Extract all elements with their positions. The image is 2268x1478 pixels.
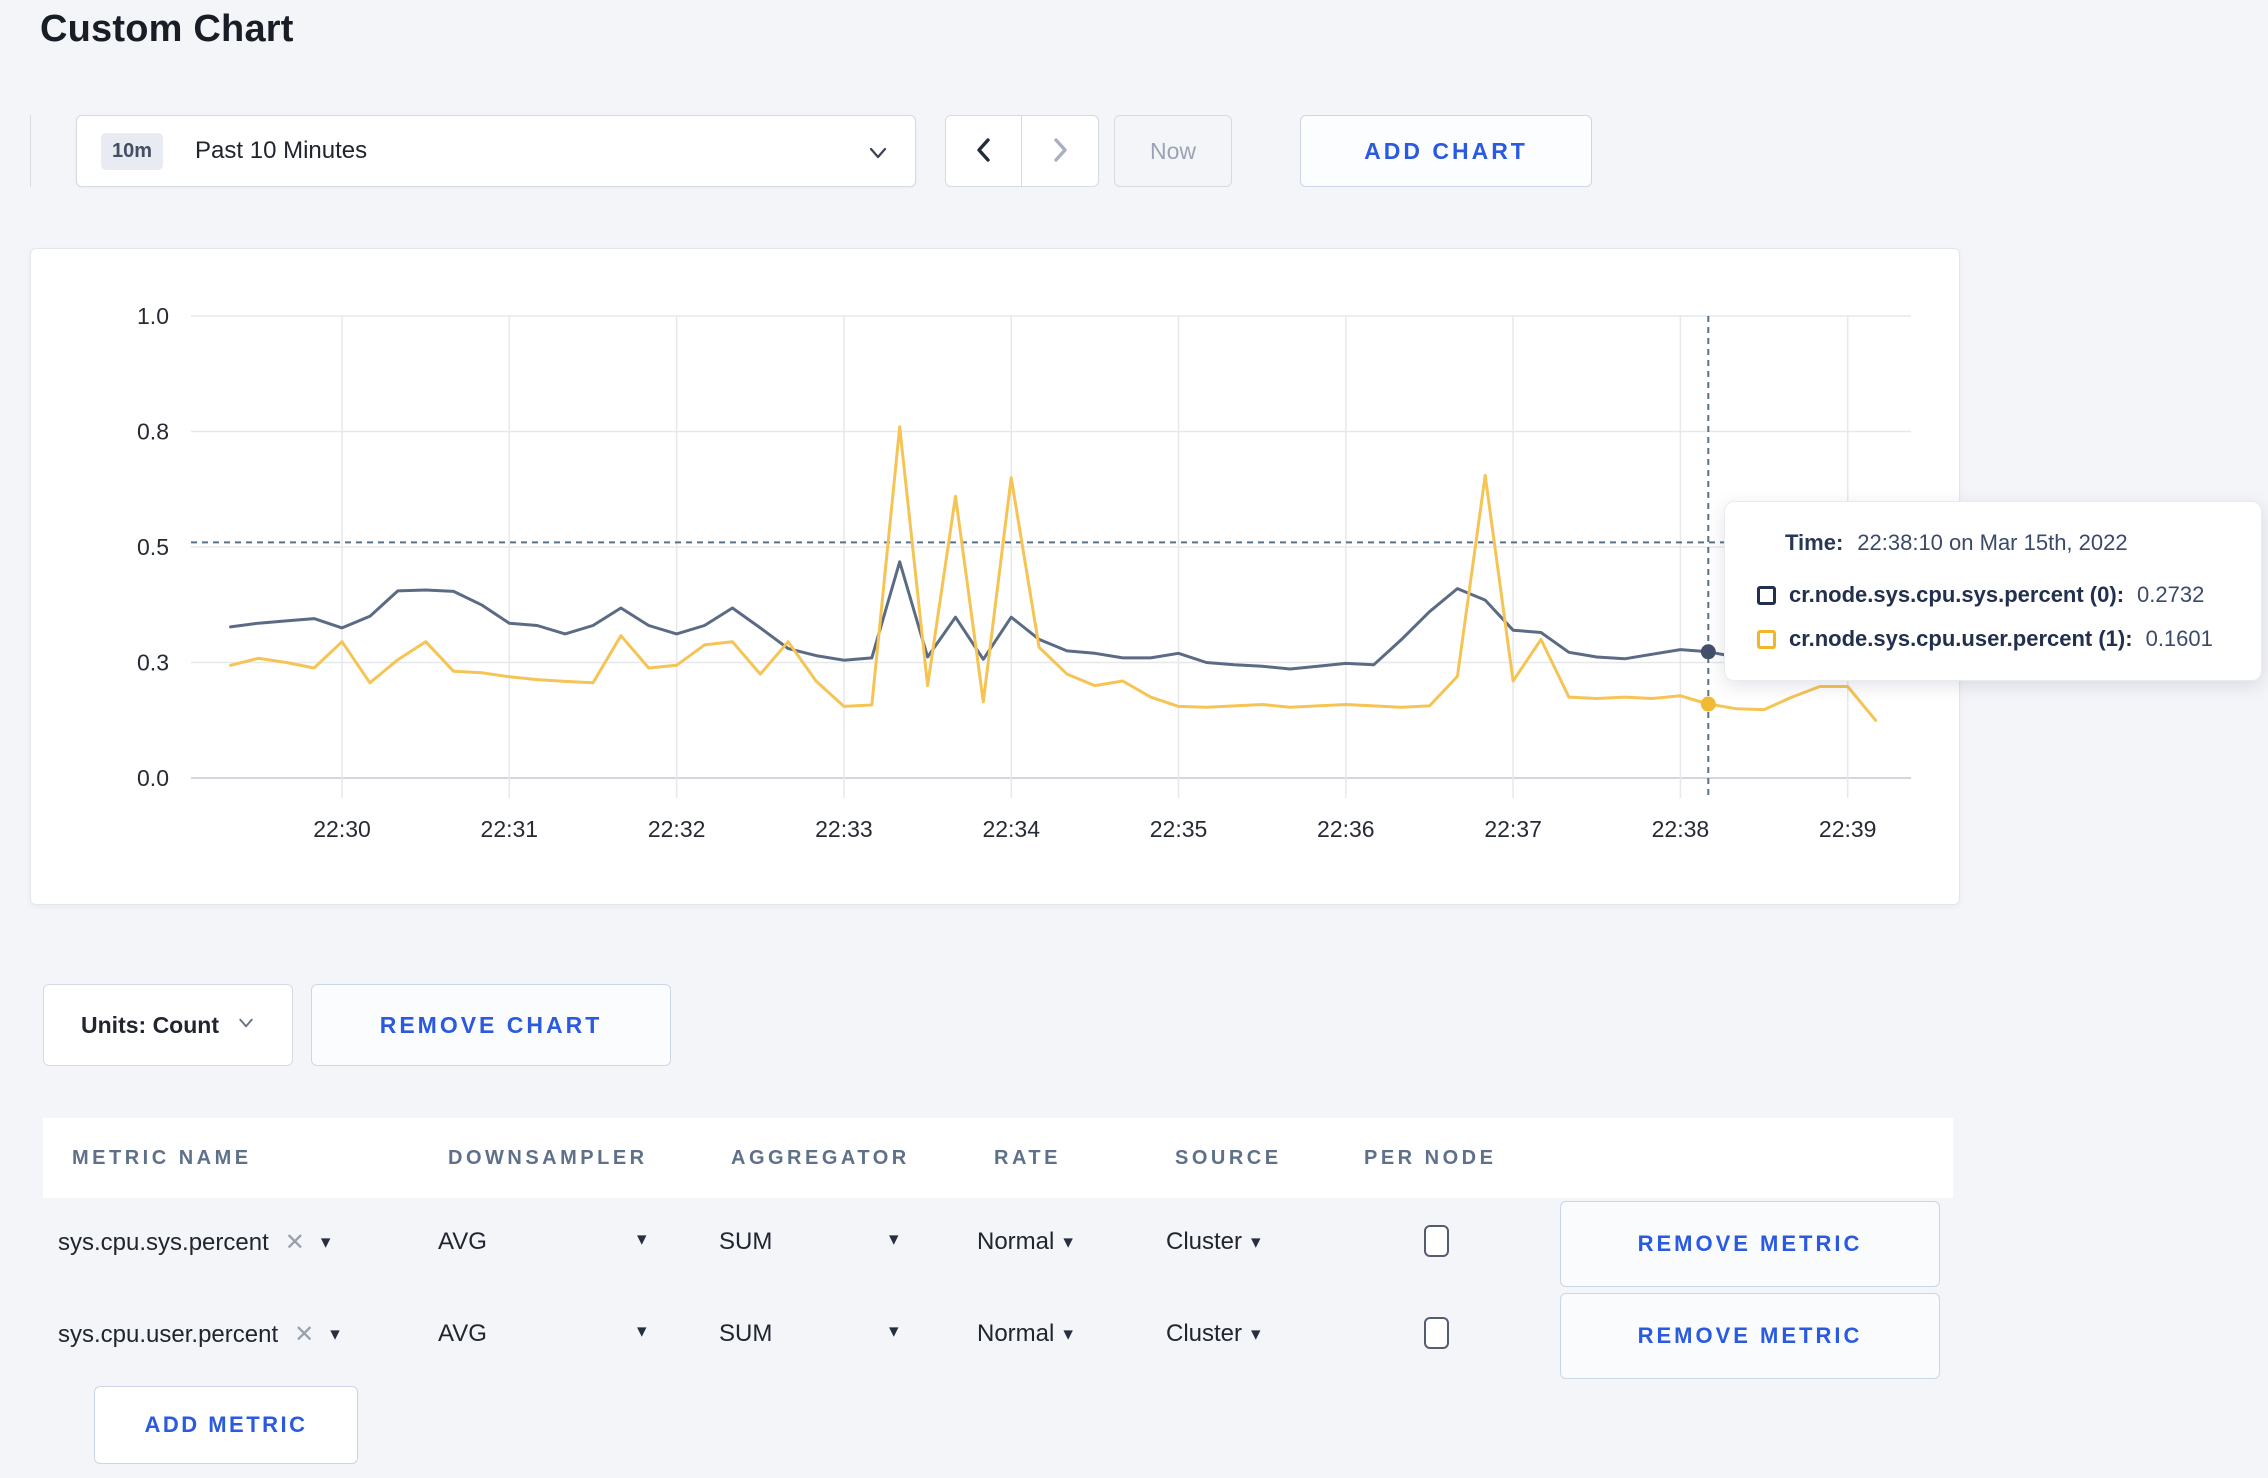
svg-text:22:39: 22:39	[1819, 816, 1877, 842]
add-chart-button[interactable]: ADD CHART	[1300, 115, 1592, 187]
svg-text:22:36: 22:36	[1317, 816, 1375, 842]
svg-text:22:31: 22:31	[481, 816, 539, 842]
chart-tooltip: Time: 22:38:10 on Mar 15th, 2022 cr.node…	[1724, 501, 2262, 681]
next-range-button[interactable]	[1022, 116, 1098, 186]
source-label: Cluster	[1166, 1228, 1243, 1255]
column-header-rate: RATE	[994, 1147, 1061, 1169]
source-label: Cluster	[1166, 1320, 1243, 1347]
time-range-label: Past 10 Minutes	[195, 137, 368, 164]
caret-down-icon: ▾	[320, 1232, 331, 1253]
tooltip-series-row: cr.node.sys.cpu.user.percent (1): 0.1601	[1757, 626, 2213, 652]
units-selector[interactable]: Units: Count	[43, 984, 293, 1066]
units-label: Units: Count	[81, 1011, 219, 1038]
legend-square-sys-icon	[1757, 585, 1776, 605]
time-range-badge: 10m	[101, 132, 164, 170]
svg-text:0.5: 0.5	[137, 534, 169, 560]
now-button[interactable]: Now	[1114, 115, 1232, 187]
svg-text:22:33: 22:33	[815, 816, 873, 842]
svg-text:22:35: 22:35	[1150, 816, 1208, 842]
downsampler-select[interactable]: AVG	[438, 1320, 487, 1348]
svg-text:22:34: 22:34	[982, 816, 1040, 842]
downsampler-select[interactable]: AVG	[438, 1228, 487, 1256]
prev-range-button[interactable]	[946, 116, 1022, 186]
chevron-down-icon	[867, 142, 889, 169]
per-node-checkbox[interactable]	[1424, 1317, 1449, 1349]
page-title: Custom Chart	[40, 8, 294, 50]
column-header-source: SOURCE	[1175, 1147, 1282, 1169]
aggregator-select[interactable]: SUM	[719, 1320, 772, 1348]
aggregator-select[interactable]: SUM	[719, 1228, 772, 1256]
caret-down-icon: ▾	[1063, 1323, 1073, 1345]
caret-down-icon: ▾	[1251, 1231, 1261, 1253]
tooltip-series-name: cr.node.sys.cpu.user.percent (1):	[1789, 626, 2133, 651]
source-select[interactable]: Cluster ▾	[1166, 1228, 1261, 1256]
add-metric-button[interactable]: ADD METRIC	[94, 1386, 358, 1464]
time-nav-group	[945, 115, 1099, 187]
svg-text:1.0: 1.0	[137, 303, 169, 329]
metric-name-label: sys.cpu.user.percent	[58, 1320, 279, 1348]
caret-down-icon[interactable]: ▾	[889, 1230, 899, 1249]
remove-metric-button[interactable]: REMOVE METRIC	[1560, 1201, 1940, 1287]
svg-text:22:30: 22:30	[313, 816, 371, 842]
per-node-checkbox[interactable]	[1424, 1225, 1449, 1257]
chevron-down-icon	[237, 1014, 255, 1037]
caret-down-icon[interactable]: ▾	[637, 1322, 647, 1341]
legend-square-user-icon	[1757, 629, 1776, 649]
metrics-table-header: METRIC NAME DOWNSAMPLER AGGREGATOR RATE …	[43, 1118, 1953, 1198]
remove-metric-button[interactable]: REMOVE METRIC	[1560, 1293, 1940, 1379]
toolbar-divider	[30, 115, 31, 187]
tooltip-series-row: cr.node.sys.cpu.sys.percent (0): 0.2732	[1757, 582, 2204, 608]
chevron-left-icon	[973, 137, 995, 166]
svg-text:0.8: 0.8	[137, 419, 169, 445]
chart-plot[interactable]: 1.0 0.8 0.5 0.3 0.0 22:30 22:31 22:32 22:33 22:34…	[31, 249, 1961, 906]
tooltip-time-value: 22:38:10 on Mar 15th, 2022	[1857, 530, 2128, 555]
svg-text:0.3: 0.3	[137, 650, 169, 676]
table-row: sys.cpu.sys.percent ✕ ▾ AVG ▾ SUM ▾ Norm…	[0, 1201, 2268, 1287]
rate-label: Normal	[977, 1320, 1055, 1347]
column-header-metric-name: METRIC NAME	[72, 1147, 252, 1169]
tooltip-time-label: Time:	[1785, 530, 1844, 555]
caret-down-icon[interactable]: ▾	[637, 1230, 647, 1249]
caret-down-icon[interactable]: ▾	[889, 1322, 899, 1341]
column-header-per-node: PER NODE	[1364, 1147, 1497, 1169]
caret-down-icon: ▾	[1251, 1323, 1261, 1345]
remove-chart-button[interactable]: REMOVE CHART	[311, 984, 671, 1066]
time-range-selector[interactable]: 10m Past 10 Minutes	[76, 115, 916, 187]
close-icon[interactable]: ✕	[294, 1320, 314, 1349]
tooltip-series-value: 0.2732	[2137, 582, 2205, 607]
svg-text:22:37: 22:37	[1484, 816, 1542, 842]
chevron-right-icon	[1049, 137, 1071, 166]
tooltip-series-name: cr.node.sys.cpu.sys.percent (0):	[1789, 582, 2125, 607]
table-row: sys.cpu.user.percent ✕ ▾ AVG ▾ SUM ▾ Nor…	[0, 1293, 2268, 1379]
column-header-downsampler: DOWNSAMPLER	[448, 1147, 648, 1169]
source-select[interactable]: Cluster ▾	[1166, 1320, 1261, 1348]
close-icon[interactable]: ✕	[285, 1228, 305, 1257]
chart-panel: 1.0 0.8 0.5 0.3 0.0 22:30 22:31 22:32 22:33 22:34…	[30, 248, 1960, 905]
rate-label: Normal	[977, 1228, 1055, 1255]
metric-name-label: sys.cpu.sys.percent	[58, 1228, 269, 1256]
column-header-aggregator: AGGREGATOR	[731, 1147, 910, 1169]
metric-name-select[interactable]: sys.cpu.sys.percent ✕ ▾	[58, 1228, 330, 1257]
rate-select[interactable]: Normal ▾	[977, 1320, 1073, 1348]
svg-text:22:32: 22:32	[648, 816, 706, 842]
caret-down-icon: ▾	[1063, 1231, 1073, 1253]
svg-text:0.0: 0.0	[137, 765, 169, 791]
tooltip-series-value: 0.1601	[2145, 626, 2213, 651]
svg-text:22:38: 22:38	[1652, 816, 1710, 842]
rate-select[interactable]: Normal ▾	[977, 1228, 1073, 1256]
caret-down-icon: ▾	[330, 1324, 340, 1345]
metric-name-select[interactable]: sys.cpu.user.percent ✕ ▾	[58, 1320, 340, 1349]
